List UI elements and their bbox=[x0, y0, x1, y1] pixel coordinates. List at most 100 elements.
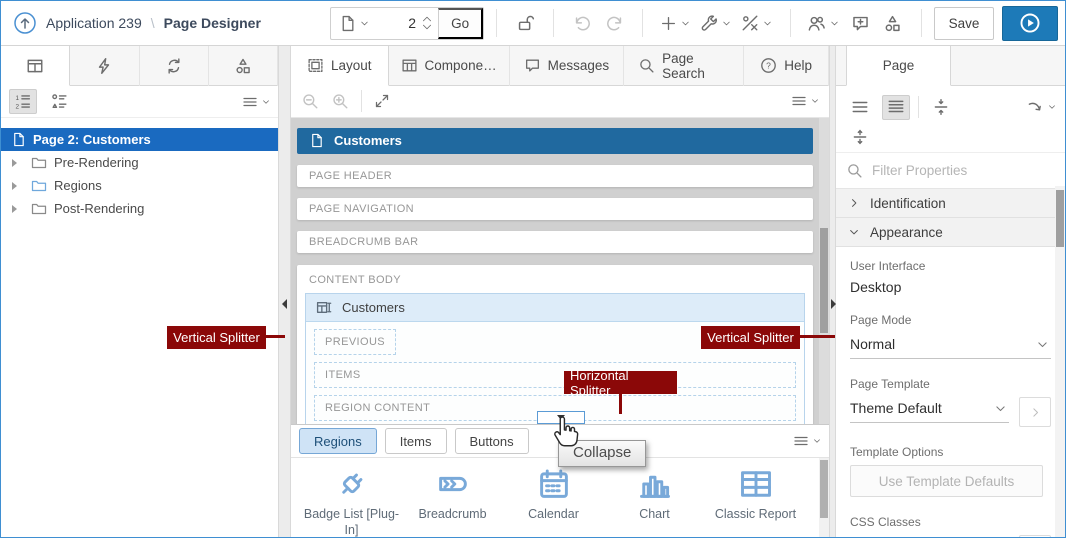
page-selector: Go bbox=[330, 7, 484, 40]
svg-text:2: 2 bbox=[15, 103, 19, 110]
gallery-tab-regions[interactable]: Regions bbox=[299, 428, 377, 454]
gallery-scrollbar[interactable] bbox=[819, 458, 829, 537]
tab-page-search[interactable]: Page Search bbox=[624, 46, 744, 86]
page-template-quick-pick-button[interactable] bbox=[1019, 397, 1051, 427]
undo-button[interactable] bbox=[566, 7, 598, 39]
tree-toolbar: 12 bbox=[1, 86, 278, 118]
page-number-spinner[interactable] bbox=[416, 8, 438, 39]
zoom-in-icon[interactable] bbox=[331, 92, 349, 110]
tab-components[interactable]: Compone… bbox=[389, 46, 510, 86]
go-button[interactable]: Go bbox=[438, 8, 483, 39]
chart-icon bbox=[637, 466, 673, 502]
tab-help[interactable]: ? Help bbox=[744, 46, 829, 86]
order-by-sequence-button[interactable]: 12 bbox=[9, 89, 37, 114]
chevron-down-icon bbox=[721, 18, 732, 29]
page-designer-window: Application 239 \ Page Designer Go bbox=[0, 0, 1066, 538]
gallery-item-badge-list[interactable]: Badge List [Plug-In] bbox=[301, 466, 402, 537]
filter-properties-input[interactable] bbox=[872, 163, 1055, 178]
save-button[interactable]: Save bbox=[934, 7, 995, 40]
refresh-icon bbox=[165, 57, 183, 75]
template-options-button[interactable]: Use Template Defaults bbox=[850, 465, 1043, 497]
expand-all-button[interactable] bbox=[846, 124, 874, 149]
group-identification[interactable]: Identification bbox=[836, 189, 1065, 218]
tab-page-properties[interactable]: Page bbox=[846, 46, 951, 86]
shortcuts-button[interactable] bbox=[877, 7, 909, 39]
canvas-scrollbar-thumb[interactable] bbox=[820, 228, 828, 333]
tab-shared-components[interactable] bbox=[209, 46, 278, 86]
feedback-button[interactable] bbox=[845, 7, 877, 39]
tab-messages[interactable]: Messages bbox=[510, 46, 625, 86]
slot-breadcrumb-bar[interactable]: BREADCRUMB BAR bbox=[297, 231, 813, 253]
customers-region[interactable]: Customers PREVIOUS ITEMS REGION CONTENT bbox=[305, 293, 805, 424]
breadcrumb-application[interactable]: Application 239 bbox=[46, 15, 142, 31]
left-vertical-splitter[interactable] bbox=[278, 46, 291, 537]
splitter-collapse-left-icon[interactable] bbox=[282, 299, 287, 309]
slot-page-header[interactable]: PAGE HEADER bbox=[297, 165, 813, 187]
collapse-all-button[interactable] bbox=[927, 95, 955, 120]
tab-label: Help bbox=[784, 58, 812, 73]
layout-canvas: Customers PAGE HEADER PAGE NAVIGATION BR… bbox=[291, 118, 829, 424]
gallery-item-breadcrumb[interactable]: Breadcrumb bbox=[402, 466, 503, 537]
caret-right-icon[interactable] bbox=[12, 182, 17, 190]
tab-rendering[interactable] bbox=[1, 46, 70, 86]
gallery-tab-items[interactable]: Items bbox=[385, 428, 447, 454]
show-common-button[interactable] bbox=[846, 95, 874, 120]
gallery-item-chart[interactable]: Chart bbox=[604, 466, 705, 537]
property-scrollbar-thumb[interactable] bbox=[1056, 190, 1064, 247]
lines-dense-icon bbox=[887, 98, 905, 116]
tree-menu-button[interactable] bbox=[242, 89, 270, 114]
tab-layout[interactable]: Layout bbox=[291, 46, 389, 86]
app-home-icon[interactable] bbox=[13, 11, 37, 35]
undo-icon bbox=[573, 14, 592, 33]
page-template-select[interactable]: Theme Default bbox=[850, 397, 1009, 423]
right-vertical-splitter[interactable] bbox=[829, 46, 836, 537]
tree-node-pre-rendering[interactable]: Pre-Rendering bbox=[1, 151, 278, 174]
shared-components-menu-button[interactable] bbox=[736, 7, 777, 39]
gallery-item-label: Classic Report bbox=[715, 507, 796, 523]
gallery-scrollbar-thumb[interactable] bbox=[820, 460, 828, 518]
gallery-item-calendar[interactable]: Calendar bbox=[503, 466, 604, 537]
layout-menu-button[interactable] bbox=[791, 89, 819, 114]
tab-processing[interactable] bbox=[140, 46, 209, 86]
expand-icon[interactable] bbox=[374, 93, 390, 109]
spinner-down-icon[interactable] bbox=[422, 24, 432, 30]
utilities-menu-button[interactable] bbox=[695, 7, 736, 39]
lightning-icon bbox=[95, 57, 113, 75]
order-by-type-button[interactable] bbox=[45, 89, 73, 114]
gallery-item-classic-report[interactable]: Classic Report bbox=[705, 466, 806, 537]
property-scrollbar[interactable] bbox=[1055, 186, 1065, 537]
slot-page-navigation[interactable]: PAGE NAVIGATION bbox=[297, 198, 813, 220]
page-number-input[interactable] bbox=[378, 8, 416, 39]
show-all-button[interactable] bbox=[882, 95, 910, 120]
tree-node-regions[interactable]: Regions bbox=[1, 174, 278, 197]
caret-right-icon[interactable] bbox=[12, 205, 17, 213]
tree-node-page[interactable]: Page 2: Customers bbox=[1, 128, 278, 151]
caret-right-icon[interactable] bbox=[12, 159, 17, 167]
go-to-group-button[interactable] bbox=[1027, 95, 1055, 120]
group-appearance[interactable]: Appearance bbox=[836, 218, 1065, 247]
region-title: Customers bbox=[342, 300, 405, 315]
create-menu-button[interactable] bbox=[655, 7, 695, 39]
slot-items[interactable]: ITEMS bbox=[314, 362, 796, 388]
customers-region-header[interactable]: Customers bbox=[306, 294, 804, 322]
gallery-menu-button[interactable] bbox=[793, 429, 821, 454]
page-icon bbox=[11, 132, 26, 147]
gallery-tab-buttons[interactable]: Buttons bbox=[455, 428, 529, 454]
zoom-out-icon[interactable] bbox=[301, 92, 319, 110]
redo-button[interactable] bbox=[598, 7, 630, 39]
help-icon: ? bbox=[760, 57, 777, 74]
page-mode-select[interactable]: Normal bbox=[850, 333, 1051, 359]
canvas-scrollbar[interactable] bbox=[819, 118, 829, 424]
lock-button[interactable] bbox=[509, 7, 541, 39]
run-button[interactable] bbox=[1002, 6, 1058, 41]
region-gallery: Badge List [Plug-In] Breadcrumb Calendar… bbox=[291, 458, 829, 537]
page-finder-button[interactable] bbox=[331, 8, 378, 39]
spinner-up-icon[interactable] bbox=[422, 16, 432, 22]
canvas-page-bar[interactable]: Customers bbox=[297, 128, 813, 154]
tab-dynamic-actions[interactable] bbox=[70, 46, 139, 86]
chevron-down-icon bbox=[762, 18, 773, 29]
slot-previous[interactable]: PREVIOUS bbox=[314, 329, 396, 355]
tree-node-label: Post-Rendering bbox=[54, 201, 144, 216]
tree-node-post-rendering[interactable]: Post-Rendering bbox=[1, 197, 278, 220]
team-dev-menu-button[interactable] bbox=[803, 7, 845, 39]
